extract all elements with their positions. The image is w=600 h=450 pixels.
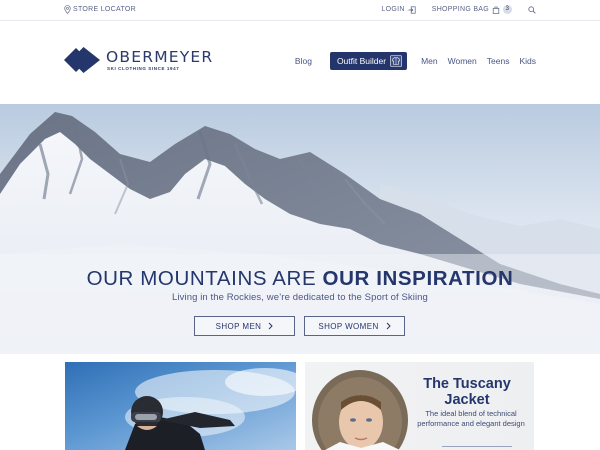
logo-diamond-icon — [64, 47, 100, 73]
store-locator-link[interactable]: STORE LOCATOR — [64, 5, 136, 14]
brand-tagline: SKI CLOTHING SINCE 1947 — [107, 66, 180, 71]
utility-bar: STORE LOCATOR LOGIN SHOPPING BAG 3 — [0, 0, 600, 21]
login-label: LOGIN — [381, 6, 405, 13]
hero-banner: OUR MOUNTAINS ARE OUR INSPIRATION Living… — [0, 104, 600, 354]
nav-blog[interactable]: Blog — [295, 56, 312, 66]
skier-photo — [125, 368, 296, 450]
search-icon — [528, 5, 536, 14]
brand-logo[interactable]: OBERMEYER SKI CLOTHING SINCE 1947 — [64, 45, 213, 75]
shop-women-label: SHOP WOMEN — [318, 321, 379, 331]
jacket-card-description: The ideal blend of technical performance… — [417, 409, 525, 428]
main-header: OBERMEYER SKI CLOTHING SINCE 1947 Blog O… — [0, 22, 600, 104]
store-locator-label: STORE LOCATOR — [73, 6, 137, 13]
main-nav: Blog Outfit Builder Men Women Teens Kids — [295, 52, 536, 70]
bag-count-badge: 3 — [503, 5, 512, 14]
shop-women-button[interactable]: SHOP WOMEN — [304, 316, 405, 336]
hero-headline-light: OUR MOUNTAINS ARE — [86, 267, 323, 290]
login-link[interactable]: LOGIN — [381, 5, 416, 14]
tuscany-jacket-card[interactable]: The Tuscany Jacket The ideal blend of te… — [305, 362, 534, 450]
nav-kids[interactable]: Kids — [519, 56, 536, 66]
map-pin-icon — [64, 5, 71, 14]
shopping-bag-icon — [492, 6, 500, 14]
search-button[interactable] — [528, 5, 536, 14]
nav-men[interactable]: Men — [421, 56, 438, 66]
nav-women[interactable]: Women — [448, 56, 477, 66]
jacket-card-title: The Tuscany Jacket — [423, 376, 511, 408]
hero-headline-bold: OUR INSPIRATION — [322, 267, 514, 290]
outfit-builder-icon — [390, 55, 402, 67]
nav-teens[interactable]: Teens — [487, 56, 510, 66]
hero-subtitle: Living in the Rockies, we’re dedicated t… — [172, 292, 428, 303]
jacket-card-cta-divider — [442, 446, 512, 447]
chevron-right-icon — [269, 322, 274, 330]
skier-promo-card[interactable] — [65, 362, 296, 450]
hero-headline: OUR MOUNTAINS ARE OUR INSPIRATION — [0, 267, 600, 291]
outfit-builder-label: Outfit Builder — [336, 56, 387, 66]
shopping-bag-label: SHOPPING BAG — [431, 6, 489, 13]
shopping-bag-link[interactable]: SHOPPING BAG 3 — [432, 5, 512, 14]
shop-men-label: SHOP MEN — [215, 321, 262, 331]
shop-men-button[interactable]: SHOP MEN — [194, 316, 295, 336]
outfit-builder-button[interactable]: Outfit Builder — [329, 52, 408, 70]
chevron-right-icon — [386, 322, 391, 330]
login-icon — [408, 5, 416, 14]
brand-name: OBERMEYER — [106, 48, 214, 66]
